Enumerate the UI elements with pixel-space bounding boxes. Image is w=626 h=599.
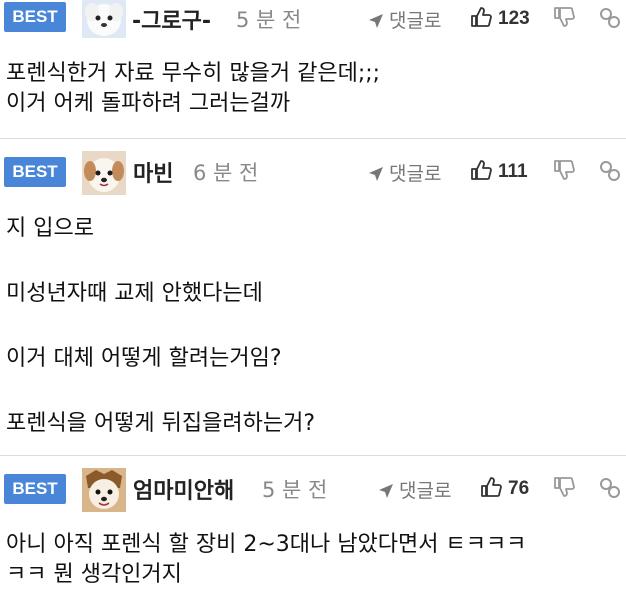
like-count: 111 xyxy=(498,161,528,182)
thumbs-up-icon xyxy=(471,7,492,27)
reply-label: 댓글로 xyxy=(399,480,452,502)
comment-header: BEST 엄마미안해 5 분 전 댓글로 76 xyxy=(0,468,626,512)
comment-line: 이거 대체 어떻게 할려는거임? xyxy=(6,346,282,371)
reply-button[interactable]: 댓글로 xyxy=(367,159,441,186)
comment-line: 미성년자때 교제 안했다는데 xyxy=(6,281,263,306)
link-icon xyxy=(600,478,620,498)
like-count: 76 xyxy=(508,478,530,499)
link-share-button[interactable] xyxy=(598,159,622,183)
comment-line xyxy=(6,311,622,344)
thumbs-down-icon xyxy=(554,160,575,180)
comment-item: BEST -그로구- 5 분 전 댓글로 123 포렌식한거 자료 무수히 많을… xyxy=(0,0,626,138)
comment-nickname[interactable]: 마빈 xyxy=(133,156,173,188)
comment-line: 포렌식을 어떻게 뒤집을려하는거? xyxy=(6,411,316,436)
like-count: 123 xyxy=(498,8,530,29)
comment-line: ㅋㅋ 뭔 생각인거지 xyxy=(6,562,182,587)
best-badge: BEST xyxy=(4,474,66,504)
comment-header: BEST -그로구- 5 분 전 댓글로 123 xyxy=(0,0,626,40)
thumbs-up-icon xyxy=(481,477,502,497)
comment-time: 5 분 전 xyxy=(236,8,302,32)
link-icon xyxy=(600,8,620,28)
comment-body: 아니 아직 포렌식 할 장비 2~3대나 남았다면서 ㅌㅋㅋㅋ ㅋㅋ 뭔 생각인… xyxy=(6,530,622,590)
dislike-button[interactable] xyxy=(553,6,577,30)
link-share-button[interactable] xyxy=(598,6,622,30)
thumbs-up-icon xyxy=(471,160,492,180)
comment-line xyxy=(6,376,622,409)
best-badge: BEST xyxy=(4,157,66,187)
best-badge: BEST xyxy=(4,2,66,32)
like-button[interactable]: 111 xyxy=(470,159,528,183)
avatar[interactable] xyxy=(82,0,126,38)
comment-time: 5 분 전 xyxy=(262,478,328,502)
like-button[interactable]: 123 xyxy=(470,6,530,30)
dislike-button[interactable] xyxy=(553,159,577,183)
avatar[interactable] xyxy=(82,468,126,512)
comment-header: BEST 마빈 6 분 전 댓글로 111 xyxy=(0,151,626,195)
comment-line xyxy=(6,246,622,279)
comment-nickname[interactable]: -그로구- xyxy=(132,3,211,35)
dislike-button[interactable] xyxy=(553,476,577,500)
avatar[interactable] xyxy=(82,151,126,195)
thumbs-down-icon xyxy=(554,477,575,497)
reply-button[interactable]: 댓글로 xyxy=(367,6,441,33)
comment-line: 포렌식한거 자료 무수히 많을거 같은데;;; xyxy=(6,61,381,86)
comment-body: 지 입으로 미성년자때 교제 안했다는데 이거 대체 어떻게 할려는거임? 포렌… xyxy=(6,213,622,441)
comment-time: 6 분 전 xyxy=(193,161,259,185)
reply-arrow-icon xyxy=(369,14,383,28)
comment-body: 포렌식한거 자료 무수히 많을거 같은데;;; 이거 어케 돌파하려 그러는걸까 xyxy=(6,59,622,119)
reply-button[interactable]: 댓글로 xyxy=(377,476,451,503)
link-icon xyxy=(600,161,620,181)
like-button[interactable]: 76 xyxy=(480,476,529,500)
thumbs-down-icon xyxy=(554,7,575,27)
comment-item: BEST 마빈 6 분 전 댓글로 111 지 입으로 미성년자때 교제 안했다… xyxy=(0,139,626,455)
reply-label: 댓글로 xyxy=(389,10,442,32)
comment-nickname[interactable]: 엄마미안해 xyxy=(133,473,234,505)
reply-arrow-icon xyxy=(369,167,383,181)
comment-line: 이거 어케 돌파하려 그러는걸까 xyxy=(6,91,291,116)
comment-item: BEST 엄마미안해 5 분 전 댓글로 76 아니 아직 포렌식 할 장비 2… xyxy=(0,456,626,599)
link-share-button[interactable] xyxy=(598,476,622,500)
reply-arrow-icon xyxy=(379,484,393,498)
comment-line: 지 입으로 xyxy=(6,216,94,241)
reply-label: 댓글로 xyxy=(389,163,442,185)
comment-line: 아니 아직 포렌식 할 장비 2~3대나 남았다면서 ㅌㅋㅋㅋ xyxy=(6,532,527,557)
